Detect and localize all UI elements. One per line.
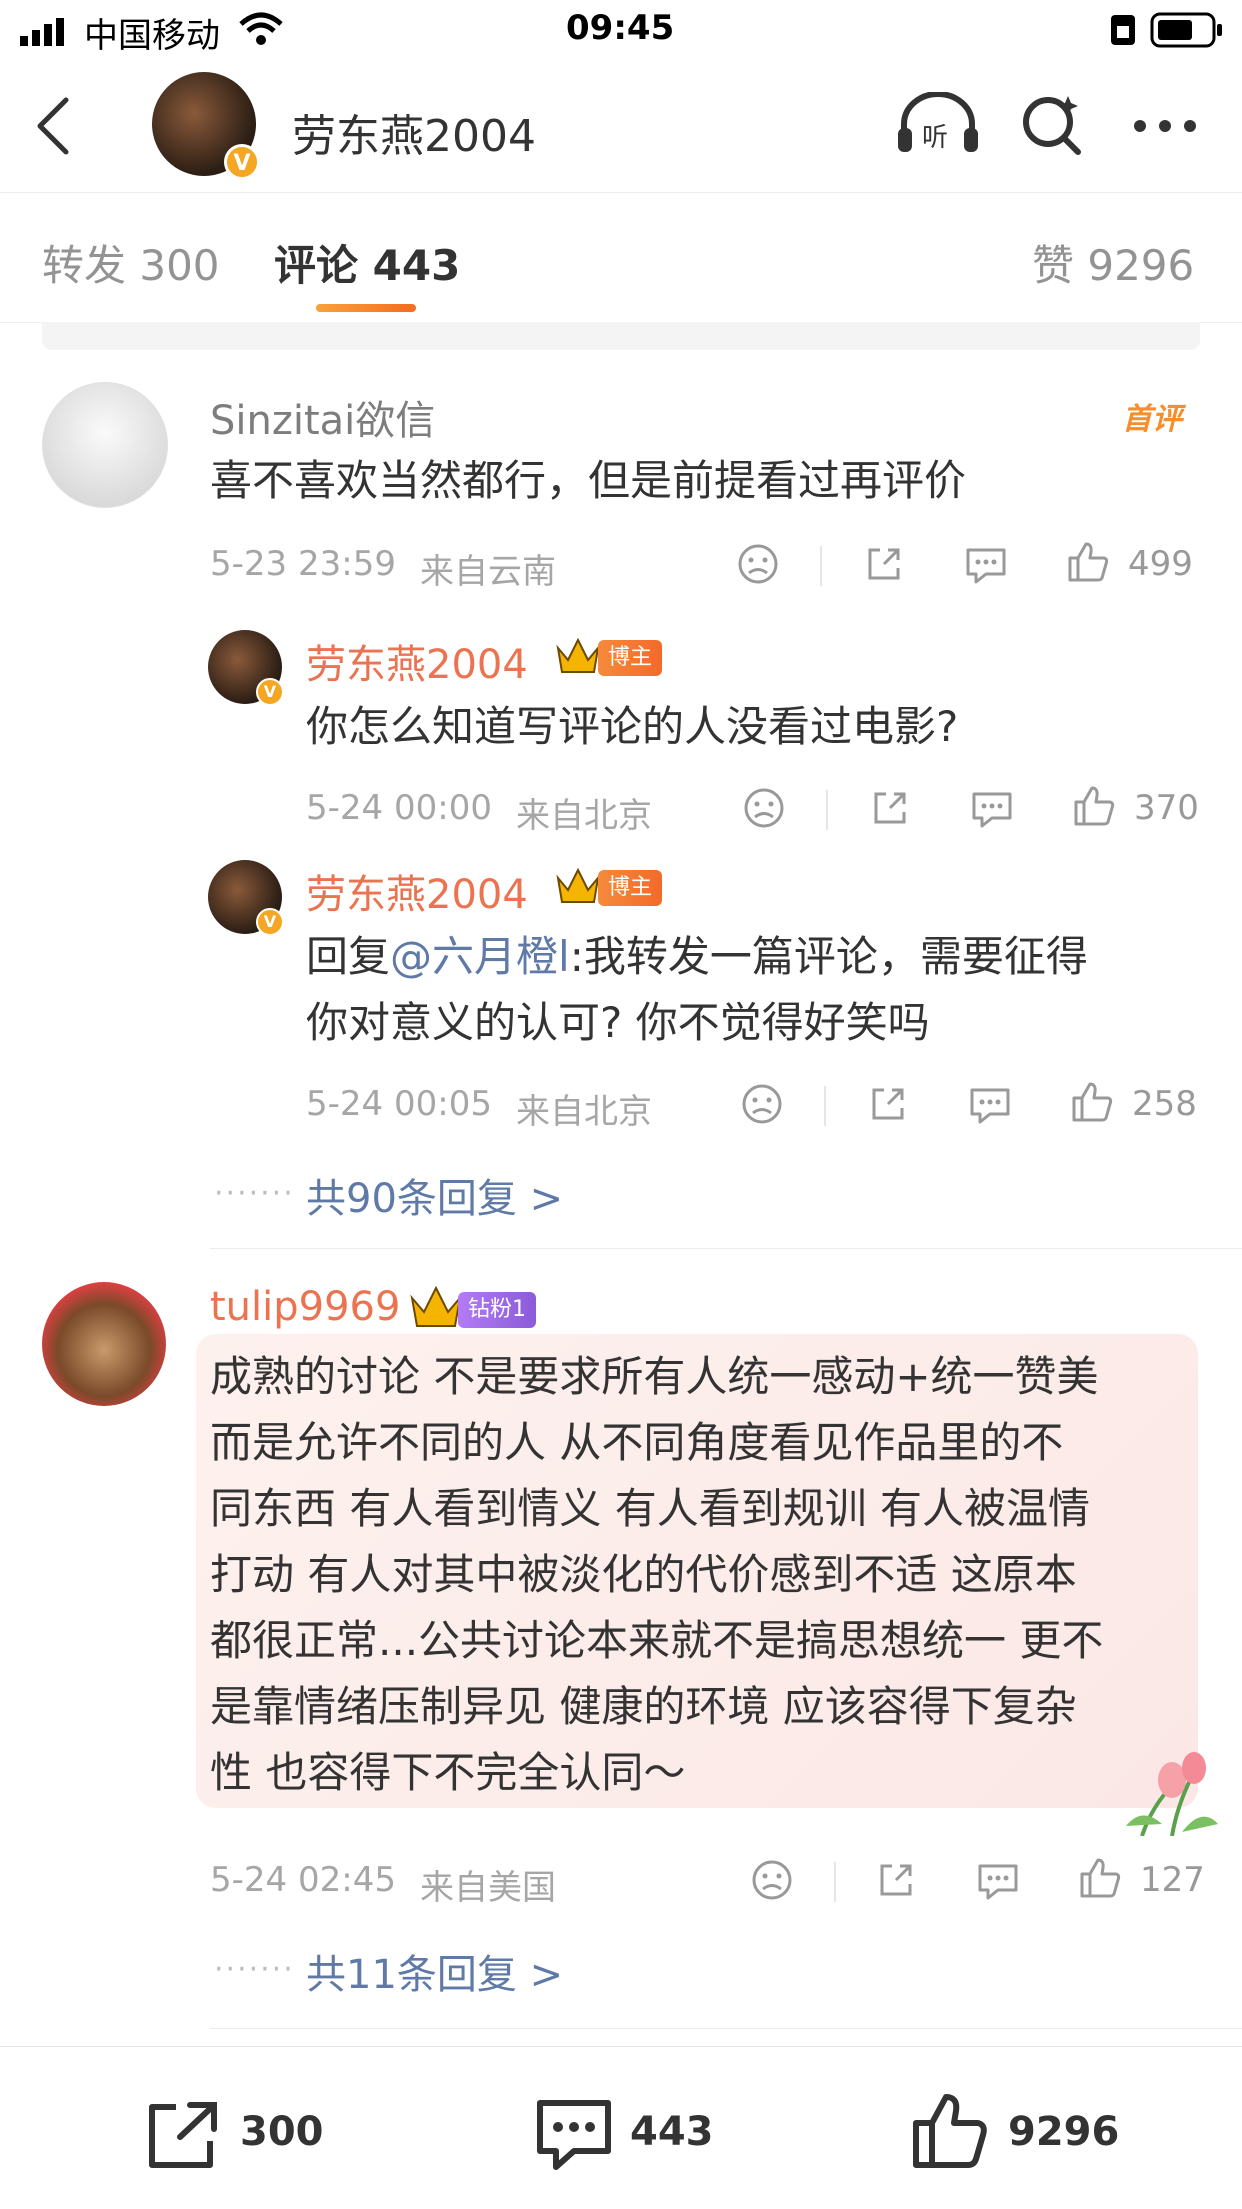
verified-badge: V <box>256 678 284 706</box>
like-count: 258 <box>1132 1084 1197 1124</box>
comment-text-line: 而是允许不同的人 从不同角度看见作品里的不 <box>210 1418 1064 1467</box>
commenter-name[interactable]: Sinzitai欲信 <box>210 388 435 446</box>
like-count: 499 <box>1128 544 1193 584</box>
verified-badge: V <box>256 908 284 936</box>
reply-user[interactable]: 劳东燕2004 <box>306 632 528 690</box>
comment-location: 来自美国 <box>420 1868 556 1908</box>
mention-link[interactable]: @六月橙l <box>390 932 570 981</box>
comment-time: 5-24 02:45 <box>210 1860 396 1900</box>
comment-text-line: 性 也容得下不完全认同～ <box>210 1748 686 1797</box>
crown-icon <box>556 637 600 673</box>
back-icon[interactable] <box>32 96 72 156</box>
wifi-icon <box>239 12 283 45</box>
lock-rotation-icon <box>1111 15 1135 45</box>
comment-text-line: 是靠情绪压制异见 健康的环境 应该容得下复杂 <box>210 1682 1077 1731</box>
tulip-decoration-icon <box>1126 1752 1218 1836</box>
more-icon[interactable] <box>1132 118 1198 134</box>
blogger-tag: 博主 <box>598 870 663 906</box>
share-icon[interactable] <box>868 1084 908 1124</box>
comment-text-line: 打动 有人对其中被淡化的代价感到不适 这原本 <box>210 1550 1077 1599</box>
like-icon[interactable] <box>1078 1856 1122 1900</box>
signal-icon <box>20 18 64 46</box>
like-count: 370 <box>1134 788 1199 828</box>
dislike-icon[interactable] <box>736 542 780 586</box>
more-replies-link[interactable]: 共90条回复 > <box>306 1166 563 1224</box>
repost-icon[interactable] <box>146 2099 222 2171</box>
reply-text-line: :我转发一篇评论，需要征得 <box>569 932 1088 981</box>
comment-icon[interactable] <box>970 788 1014 828</box>
listen-icon[interactable]: 听 <box>896 92 980 158</box>
comment-icon[interactable] <box>534 2097 614 2173</box>
action-divider <box>826 790 828 830</box>
reply-prefix: 回复 <box>306 932 391 981</box>
comment-text: 喜不喜欢当然都行，但是前提看过再评价 <box>210 456 967 505</box>
action-divider <box>834 1862 836 1902</box>
dislike-icon[interactable] <box>742 786 786 830</box>
reply-text: 回复@六月橙l:我转发一篇评论，需要征得 <box>306 924 1088 990</box>
comment-icon[interactable] <box>964 544 1008 584</box>
share-icon[interactable] <box>876 1860 916 1900</box>
repost-count[interactable]: 300 <box>240 2109 324 2155</box>
comment-icon[interactable] <box>968 1084 1012 1124</box>
clock: 09:45 <box>566 8 675 48</box>
comment-text-line: 同东西 有人看到情义 有人看到规训 有人被温情 <box>210 1484 1091 1533</box>
commenter-avatar[interactable] <box>42 1282 166 1406</box>
share-icon[interactable] <box>870 788 910 828</box>
bottom-action-bar: 300 443 9296 <box>0 2046 1242 2209</box>
dislike-icon[interactable] <box>740 1082 784 1126</box>
tab-likes[interactable]: 赞 9296 <box>1032 232 1194 293</box>
action-divider <box>824 1086 826 1126</box>
reply-user[interactable]: 劳东燕2004 <box>306 862 528 920</box>
reply-location: 来自北京 <box>516 1092 652 1132</box>
like-icon[interactable] <box>1070 1080 1114 1124</box>
more-replies-dots: ······· <box>214 1952 295 1987</box>
commenter-avatar[interactable] <box>42 382 168 508</box>
comment-text-block: 成熟的讨论 不是要求所有人统一感动+统一赞美 而是允许不同的人 从不同角度看见作… <box>210 1344 1103 1806</box>
dislike-icon[interactable] <box>750 1858 794 1902</box>
reply-text: 你怎么知道写评论的人没看过电影? <box>306 702 959 751</box>
fan-level-tag: 钻粉1 <box>458 1292 536 1328</box>
crown-icon <box>556 867 600 903</box>
carrier-label: 中国移动 <box>84 16 220 56</box>
action-divider <box>820 546 822 586</box>
like-count[interactable]: 9296 <box>1008 2109 1119 2155</box>
commenter-name[interactable]: tulip9969 <box>210 1284 400 1330</box>
tab-active-indicator <box>316 304 416 312</box>
comment-count[interactable]: 443 <box>630 2109 714 2155</box>
tab-comments[interactable]: 评论 443 <box>274 232 460 293</box>
like-icon[interactable] <box>1066 540 1110 584</box>
comment-location: 来自云南 <box>420 552 556 592</box>
svg-text:听: 听 <box>922 123 948 153</box>
like-icon[interactable] <box>1072 784 1116 828</box>
share-icon[interactable] <box>864 544 904 584</box>
comment-icon[interactable] <box>976 1860 1020 1900</box>
author-name[interactable]: 劳东燕2004 <box>292 100 536 164</box>
top-nav: V 劳东燕2004 听 <box>0 60 1242 193</box>
reply-text-line: 你对意义的认可? 你不觉得好笑吗 <box>306 998 930 1047</box>
previous-card-edge <box>42 322 1200 350</box>
comment-divider <box>210 2028 1242 2029</box>
reply-location: 来自北京 <box>516 796 652 836</box>
comment-time: 5-23 23:59 <box>210 544 396 584</box>
search-icon[interactable] <box>1020 92 1084 156</box>
status-bar: 中国移动 09:45 <box>0 0 1242 60</box>
tab-repost[interactable]: 转发 300 <box>42 232 220 293</box>
comment-text-line: 都很正常...公共讨论本来就不是搞思想统一 更不 <box>210 1616 1104 1665</box>
reply-time: 5-24 00:00 <box>306 788 492 828</box>
comment-text-line: 成熟的讨论 不是要求所有人统一感动+统一赞美 <box>210 1352 1099 1401</box>
more-replies-link[interactable]: 共11条回复 > <box>306 1942 563 2000</box>
more-replies-dots: ······· <box>214 1176 295 1211</box>
battery-icon <box>1150 12 1222 48</box>
crown-icon <box>410 1285 462 1327</box>
first-comment-badge: 首评 <box>1122 402 1182 437</box>
reply-time: 5-24 00:05 <box>306 1084 492 1124</box>
blogger-tag: 博主 <box>598 640 663 676</box>
tab-bar: 转发 300 评论 443 赞 9296 <box>0 192 1242 323</box>
like-count: 127 <box>1140 1860 1205 1900</box>
comment-divider <box>210 1248 1242 1249</box>
like-icon[interactable] <box>910 2091 990 2171</box>
verified-badge: V <box>224 144 260 180</box>
